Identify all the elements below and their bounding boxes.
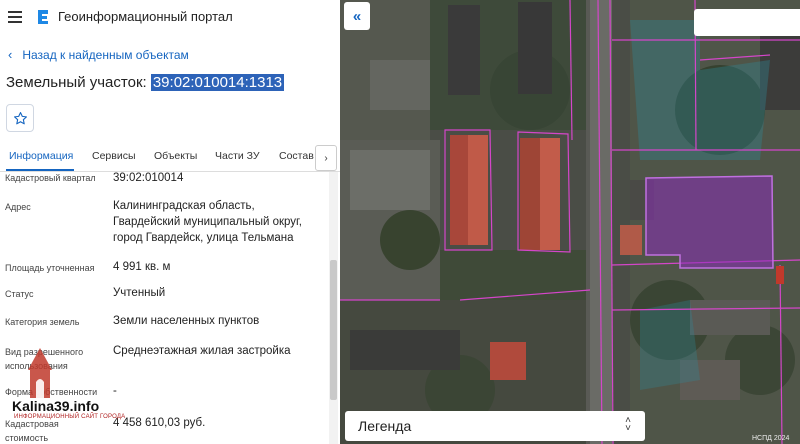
- portal-title: Геоинформационный портал: [58, 9, 233, 24]
- tabs-scroll-right-button[interactable]: ›: [315, 145, 337, 171]
- scrollbar-thumb[interactable]: [330, 260, 337, 400]
- chevron-left-icon: ‹: [8, 47, 13, 62]
- page-title: Земельный участок: 39:02:010014:1313: [6, 74, 285, 91]
- tab-parts[interactable]: Части ЗУ: [215, 150, 260, 162]
- portal-logo-icon: [38, 10, 48, 24]
- watermark-tagline: ИНФОРМАЦИОННЫЙ САЙТ ГОРОДА: [14, 414, 126, 420]
- field-label: Кадастровый квартал: [5, 173, 96, 183]
- legend-select[interactable]: Легенда ˄ ˅: [345, 411, 645, 441]
- parcel-label: Земельный участок:: [6, 74, 147, 91]
- chevron-up-down-icon: ˄ ˅: [625, 415, 631, 434]
- tab-objects[interactable]: Объекты: [154, 150, 197, 162]
- field-value: 4 991 кв. м: [113, 261, 171, 273]
- field-label: Площадь уточненная: [5, 263, 95, 273]
- map-copyright: НСПД 2024: [752, 435, 790, 442]
- double-chevron-left-icon: «: [352, 7, 362, 25]
- tab-services[interactable]: Сервисы: [92, 150, 136, 162]
- field-value: -: [113, 385, 117, 397]
- field-label: Адрес: [5, 202, 31, 212]
- watermark-site: Kalina39.info: [12, 398, 100, 414]
- field-label: Статус: [5, 289, 34, 299]
- field-value: 4 458 610,03 руб.: [113, 417, 206, 429]
- top-bar: Геоинформационный портал: [0, 0, 340, 34]
- tab-info[interactable]: Информация: [9, 150, 73, 162]
- field-value: Калининградская область, Гвардейский мун…: [113, 200, 303, 244]
- field-value: Учтенный: [113, 287, 166, 299]
- map-search-input[interactable]: [694, 9, 800, 36]
- tab-composition[interactable]: Состав: [279, 150, 314, 162]
- panel-scrollbar[interactable]: [329, 172, 338, 444]
- field-value: Земли населенных пунктов: [113, 315, 260, 327]
- field-value: Среднеэтажная жилая застройка: [113, 345, 291, 357]
- star-icon: [13, 111, 27, 124]
- parcel-number[interactable]: 39:02:010014:1313: [150, 74, 285, 91]
- field-value: 39:02:010014: [113, 172, 184, 184]
- collapse-panel-button[interactable]: «: [344, 2, 370, 30]
- info-panel: Геоинформационный портал ‹ Назад к найден…: [0, 0, 340, 444]
- back-label: Назад к найденным объектам: [22, 48, 189, 62]
- map-view[interactable]: [340, 0, 800, 444]
- menu-icon[interactable]: [8, 11, 22, 23]
- satellite-map[interactable]: [340, 0, 800, 444]
- chevron-right-icon: ›: [324, 152, 328, 164]
- legend-label: Легенда: [358, 418, 412, 434]
- back-to-results-link[interactable]: ‹ Назад к найденным объектам: [8, 47, 189, 62]
- favorite-button[interactable]: [6, 104, 34, 132]
- field-label: Категория земель: [5, 317, 80, 327]
- tab-bar: Информация Сервисы Объекты Части ЗУ Сост…: [0, 144, 340, 172]
